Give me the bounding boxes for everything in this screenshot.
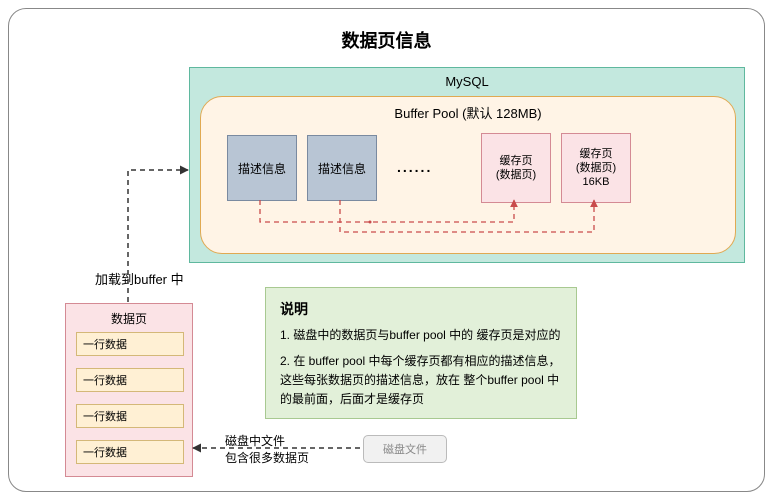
diagram-title: 数据页信息 — [9, 27, 764, 53]
cache-page-1: 缓存页(数据页) — [481, 133, 551, 203]
data-row-3: 一行数据 — [76, 404, 184, 428]
explanation-box: 说明 1. 磁盘中的数据页与buffer pool 中的 缓存页是对应的 2. … — [265, 287, 577, 419]
load-to-buffer-label: 加载到buffer 中 — [95, 269, 184, 288]
data-page-container: 数据页 一行数据 一行数据 一行数据 一行数据 — [65, 303, 193, 477]
ellipsis: ...... — [397, 159, 432, 175]
buffer-pool-container: Buffer Pool (默认 128MB) 描述信息 描述信息 ...... … — [200, 96, 736, 254]
description-block-2: 描述信息 — [307, 135, 377, 201]
description-block-1: 描述信息 — [227, 135, 297, 201]
disk-file-text: 磁盘中文件包含很多数据页 — [225, 433, 309, 467]
mysql-container: MySQL Buffer Pool (默认 128MB) 描述信息 描述信息 .… — [189, 67, 745, 263]
cache-page-2: 缓存页(数据页)16KB — [561, 133, 631, 203]
buffer-pool-label: Buffer Pool (默认 128MB) — [201, 103, 735, 122]
explanation-p1: 1. 磁盘中的数据页与buffer pool 中的 缓存页是对应的 — [280, 326, 562, 345]
data-row-4: 一行数据 — [76, 440, 184, 464]
disk-file-block: 磁盘文件 — [363, 435, 447, 463]
mysql-label: MySQL — [190, 74, 744, 89]
data-row-1: 一行数据 — [76, 332, 184, 356]
explanation-title: 说明 — [280, 298, 562, 320]
explanation-p2: 2. 在 buffer pool 中每个缓存页都有相应的描述信息，这些每张数据页… — [280, 352, 562, 410]
diagram-frame: 数据页信息 MySQL Buffer Pool (默认 128MB) 描述信息 … — [8, 8, 765, 492]
data-row-2: 一行数据 — [76, 368, 184, 392]
data-page-label: 数据页 — [66, 310, 192, 327]
